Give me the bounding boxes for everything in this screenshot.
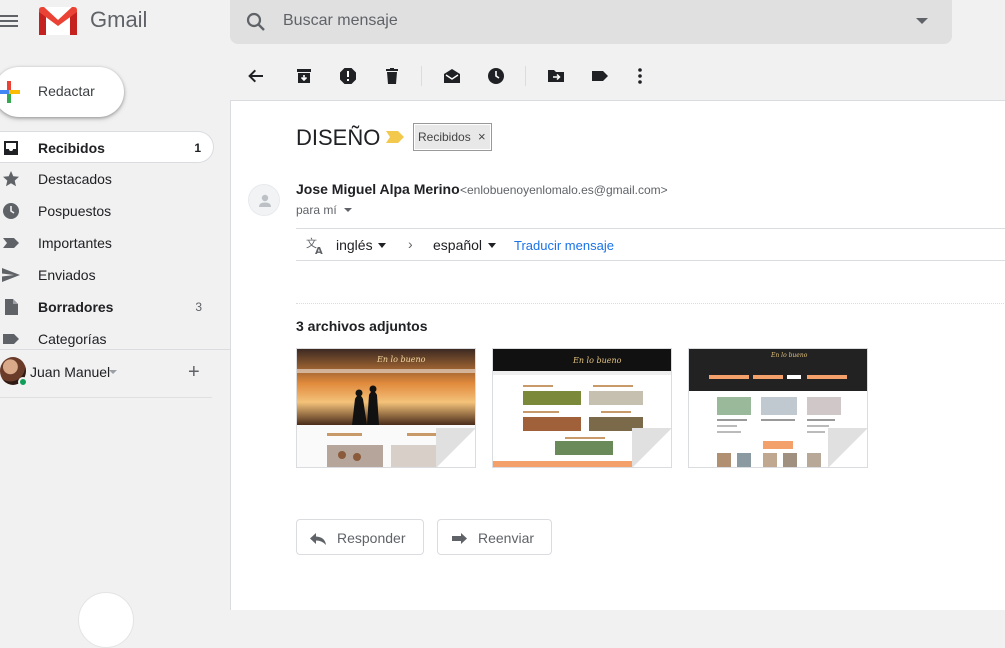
label-chip-text: Recibidos [418,130,471,144]
forward-button[interactable]: Reenviar [437,519,552,555]
add-contact-icon[interactable]: + [188,362,200,382]
search-bar[interactable] [230,0,952,44]
report-spam-icon[interactable] [338,66,358,86]
sidebar-item-drafts[interactable]: Borradores 3 [0,291,214,323]
online-status-icon [18,377,28,387]
archive-icon[interactable] [294,66,314,86]
sidebar-item-label: Borradores [38,299,114,315]
search-options-icon[interactable] [916,18,928,24]
page-fold [828,428,867,467]
toolbar-divider [421,66,422,86]
attachment-thumbnail[interactable]: En lo bueno [296,348,476,468]
star-icon [3,171,19,187]
svg-text:A: A [315,246,323,255]
app-name[interactable]: Gmail [90,7,147,33]
svg-text:En lo bueno: En lo bueno [770,352,808,359]
message-toolbar [230,52,1005,100]
sender-name: Jose Miguel Alpa Merino [296,181,460,197]
sidebar-item-sent[interactable]: Enviados [0,259,214,291]
translate-bar: 文 A inglés › español Traducir mensaje [296,228,1005,261]
sender-avatar [248,184,280,216]
chevron-down-icon[interactable] [109,370,117,374]
reply-label: Responder [337,530,406,546]
target-language[interactable]: español [433,237,482,253]
translate-icon: 文 A [306,236,323,255]
draft-count: 3 [195,300,202,314]
attachment-thumbnail[interactable]: En lo bueno [492,348,672,468]
chevron-down-icon[interactable] [344,208,352,212]
svg-text:En lo bueno: En lo bueno [572,356,622,365]
sidebar-item-starred[interactable]: Destacados [0,163,214,195]
sidebar-nav: Recibidos 1 Destacados Pospuestos Import… [0,131,230,355]
search-icon[interactable] [244,10,268,34]
sidebar-item-label: Destacados [38,171,112,187]
forward-label: Reenviar [478,530,535,546]
compose-label: Redactar [38,83,95,99]
move-to-icon[interactable] [546,66,566,86]
inbox-label-chip[interactable]: Recibidos × [413,123,492,151]
message-view: DISEÑO Recibidos × Jose Miguel Alpa Meri… [230,100,1005,610]
recipient-details[interactable]: para mí [296,203,337,217]
attachments-title: 3 archivos adjuntos [296,318,428,334]
email-subject: DISEÑO [296,125,381,150]
sidebar-item-label: Categorías [38,331,107,347]
translate-message-link[interactable]: Traducir mensaje [514,238,614,253]
more-options-icon[interactable] [630,66,650,86]
label-icon [3,334,19,344]
sidebar-item-important[interactable]: Importantes [0,227,214,259]
snooze-icon[interactable] [486,66,506,86]
clock-icon [3,203,19,219]
sidebar-item-label: Enviados [38,267,96,283]
chevron-right-icon: › [408,236,413,252]
delete-icon[interactable] [382,66,402,86]
person-icon [259,194,271,207]
sidebar-item-label: Recibidos [38,140,105,156]
reply-button[interactable]: Responder [296,519,424,555]
compose-button[interactable]: Redactar [0,67,124,117]
toolbar-divider [525,66,526,86]
important-icon [3,238,19,248]
page-fold [632,428,671,467]
hangouts-user[interactable]: Juan Manuel + [0,357,230,387]
label-icon[interactable] [590,66,610,86]
sidebar-divider [0,349,230,350]
back-icon[interactable] [246,66,266,86]
sender-email: <enlobuenoyenlomalo.es@gmail.com> [460,183,668,197]
inbox-icon [4,141,18,155]
svg-text:En lo bueno: En lo bueno [376,355,426,364]
divider [296,303,1005,304]
gmail-logo-icon[interactable] [38,4,78,36]
chevron-down-icon[interactable] [378,243,386,248]
sidebar-item-inbox[interactable]: Recibidos 1 [0,131,214,163]
user-name[interactable]: Juan Manuel [30,364,110,380]
draft-icon [5,299,18,315]
chevron-down-icon[interactable] [488,243,496,248]
forward-icon [452,533,467,544]
main-menu-icon[interactable] [0,12,22,30]
important-marker-icon[interactable] [386,131,404,143]
search-input[interactable] [283,10,883,32]
send-icon [2,268,20,282]
plus-icon [0,81,20,103]
page-fold [436,428,475,467]
top-bar: Gmail [0,0,1005,52]
unread-count: 1 [194,141,201,155]
mark-unread-icon[interactable] [442,66,462,86]
hangouts-button[interactable] [78,592,134,648]
remove-label-icon[interactable]: × [478,129,486,144]
sidebar-item-label: Importantes [38,235,112,251]
sidebar-item-categories[interactable]: Categorías [0,323,214,355]
source-language[interactable]: inglés [336,237,373,253]
attachment-thumbnail[interactable]: En lo bueno [688,348,868,468]
sidebar-item-label: Pospuestos [38,203,112,219]
divider [0,397,212,398]
sidebar-item-snoozed[interactable]: Pospuestos [0,195,214,227]
reply-icon [310,533,326,545]
